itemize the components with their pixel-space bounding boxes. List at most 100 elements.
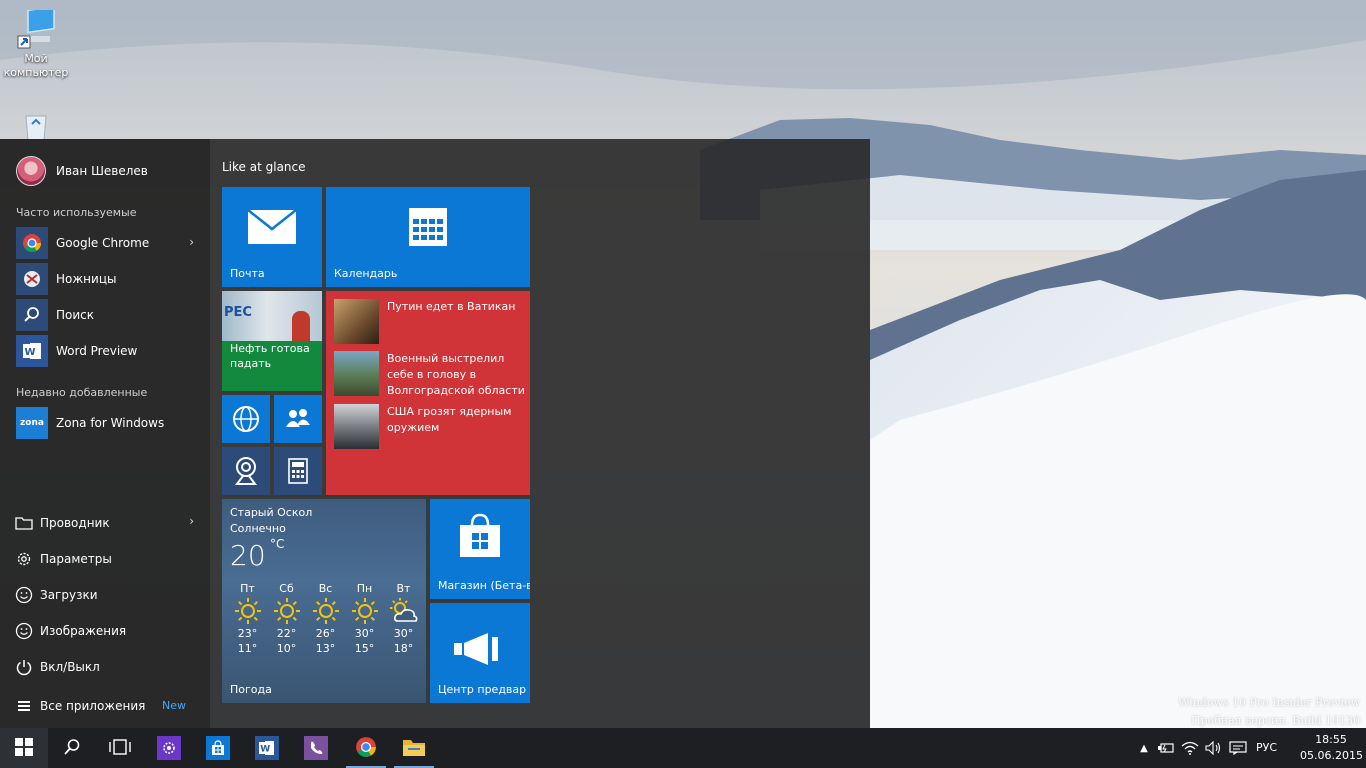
menu-item-label: Параметры <box>40 552 112 566</box>
tile-insider-hub[interactable]: Центр предвар <box>430 603 530 703</box>
tile-mail[interactable]: Почта <box>222 187 322 287</box>
chrome-icon <box>355 736 377 761</box>
chrome-icon <box>16 227 48 259</box>
tile-label: Погода <box>230 683 272 696</box>
menu-item-snipping-tool[interactable]: Ножницы <box>16 263 200 295</box>
wifi-icon[interactable] <box>1180 738 1200 758</box>
tile-browser[interactable] <box>222 395 270 443</box>
webcam-icon <box>234 456 258 489</box>
volume-icon[interactable] <box>1204 738 1224 758</box>
tile-people[interactable] <box>274 395 322 443</box>
start-button[interactable] <box>0 728 48 768</box>
forecast-low: 15° <box>354 642 375 655</box>
scissors-icon <box>16 263 48 295</box>
taskbar-search-button[interactable] <box>48 728 96 768</box>
tile-store[interactable]: Магазин (Бета-в <box>430 499 530 599</box>
weather-unit: °C <box>270 537 285 551</box>
action-center-icon[interactable] <box>1228 738 1248 758</box>
user-name: Иван Шевелев <box>56 164 148 178</box>
menu-item-label: Проводник <box>40 516 110 530</box>
calculator-icon <box>288 458 308 487</box>
menu-item-search[interactable]: Поиск <box>16 299 200 331</box>
forecast-high: 30° <box>354 627 375 640</box>
taskbar-clock[interactable]: 18:55 05.06.2015 <box>1300 732 1363 764</box>
news-item[interactable]: Военный выстрелил себе в голову в Волгог… <box>334 351 530 399</box>
task-view-icon <box>109 738 131 758</box>
news-item[interactable]: США грозят ядерным оружием <box>334 404 530 449</box>
news-thumbnail <box>334 404 379 449</box>
taskbar-settings-app[interactable] <box>145 728 193 768</box>
folder-icon <box>14 513 34 533</box>
menu-item-power[interactable]: Вкл/Выкл <box>14 653 200 681</box>
taskbar-file-explorer[interactable] <box>390 728 438 768</box>
tile-weather[interactable]: Старый Оскол Солнечно 20 °C Пт 23° 11° С… <box>222 499 426 703</box>
sun-icon <box>345 596 384 626</box>
input-language-indicator[interactable]: РУС <box>1256 741 1277 754</box>
menu-item-zona[interactable]: zona Zona for Windows <box>16 407 200 439</box>
forecast-high: 23° <box>237 627 258 640</box>
forecast-day-name: Сб <box>279 582 294 595</box>
tile-camera[interactable] <box>222 447 270 495</box>
news-item[interactable]: Путин едет в Ватикан <box>334 299 530 344</box>
tile-label: Нефть готова падать <box>230 342 310 370</box>
task-view-button[interactable] <box>96 728 144 768</box>
menu-item-label: Изображения <box>40 624 127 638</box>
desktop-icon-recycle-bin[interactable] <box>0 110 72 142</box>
menu-item-word-preview[interactable]: W Word Preview <box>16 335 200 367</box>
menu-item-label: Ножницы <box>56 272 117 286</box>
all-apps-button[interactable]: Все приложения New <box>14 692 200 720</box>
viber-icon <box>304 736 328 760</box>
forecast-high: 30° <box>393 627 414 640</box>
file-explorer-icon <box>402 737 426 760</box>
forecast-day-name: Вт <box>396 582 411 595</box>
sun-icon <box>306 596 345 626</box>
menu-item-pictures[interactable]: Изображения <box>14 617 200 645</box>
taskbar-viber-app[interactable] <box>292 728 340 768</box>
forecast-low: 18° <box>393 642 414 655</box>
tile-money[interactable]: PEC Нефть готова падать <box>222 291 322 391</box>
tile-calculator[interactable] <box>274 447 322 495</box>
news-headline: США грозят ядерным оружием <box>387 405 512 434</box>
money-image-figure <box>292 311 310 341</box>
partly-cloudy-icon <box>384 596 423 626</box>
show-hidden-icons-button[interactable]: ▲ <box>1134 738 1154 758</box>
recycle-bin-icon <box>16 110 56 141</box>
menu-item-downloads[interactable]: Загрузки <box>14 581 200 609</box>
forecast-day: Сб 22° 10° <box>267 581 306 656</box>
tile-calendar[interactable]: Календарь <box>326 187 530 287</box>
sun-icon <box>228 596 267 626</box>
tile-label: Календарь <box>334 267 398 280</box>
tile-group-title: Like at glance <box>222 160 306 174</box>
forecast-high: 26° <box>315 627 336 640</box>
chevron-right-icon[interactable]: › <box>189 514 194 528</box>
menu-item-settings[interactable]: Параметры <box>14 545 200 573</box>
all-apps-label: Все приложения <box>40 699 146 713</box>
weather-city: Старый Оскол <box>230 506 313 519</box>
chevron-right-icon[interactable]: › <box>189 235 194 249</box>
tile-news[interactable]: Путин едет в Ватикан Военный выстрелил с… <box>326 291 530 495</box>
taskbar-chrome-app[interactable] <box>342 728 390 768</box>
weather-condition: Солнечно <box>230 522 286 535</box>
forecast-day: Пт 23° 11° <box>228 581 267 656</box>
desktop-icon-my-computer[interactable]: Мой компьютер <box>0 5 72 80</box>
megaphone-icon <box>454 633 508 668</box>
windows-build-watermark: Windows 10 Pro Insider Preview Пробная в… <box>1178 694 1360 730</box>
forecast-low: 10° <box>276 642 297 655</box>
forecast-day-name: Вс <box>318 582 333 595</box>
search-icon <box>63 738 81 759</box>
taskbar-store-app[interactable] <box>194 728 242 768</box>
menu-item-google-chrome[interactable]: Google Chrome › <box>16 227 200 259</box>
menu-item-label: Вкл/Выкл <box>40 660 100 674</box>
news-headline: Военный выстрелил себе в голову в Волгог… <box>387 352 525 397</box>
chevron-up-icon: ▲ <box>1140 742 1148 754</box>
taskbar-word-app[interactable]: W <box>243 728 291 768</box>
battery-icon[interactable] <box>1156 738 1176 758</box>
weather-temperature: 20 <box>230 539 266 572</box>
smiley-icon <box>14 621 34 641</box>
clock-date: 05.06.2015 <box>1300 749 1363 762</box>
menu-item-file-explorer[interactable]: Проводник › <box>14 509 200 537</box>
user-account-button[interactable]: Иван Шевелев <box>16 155 148 187</box>
all-apps-icon <box>14 696 34 716</box>
svg-text:W: W <box>25 347 36 358</box>
menu-item-label: Поиск <box>56 308 95 322</box>
